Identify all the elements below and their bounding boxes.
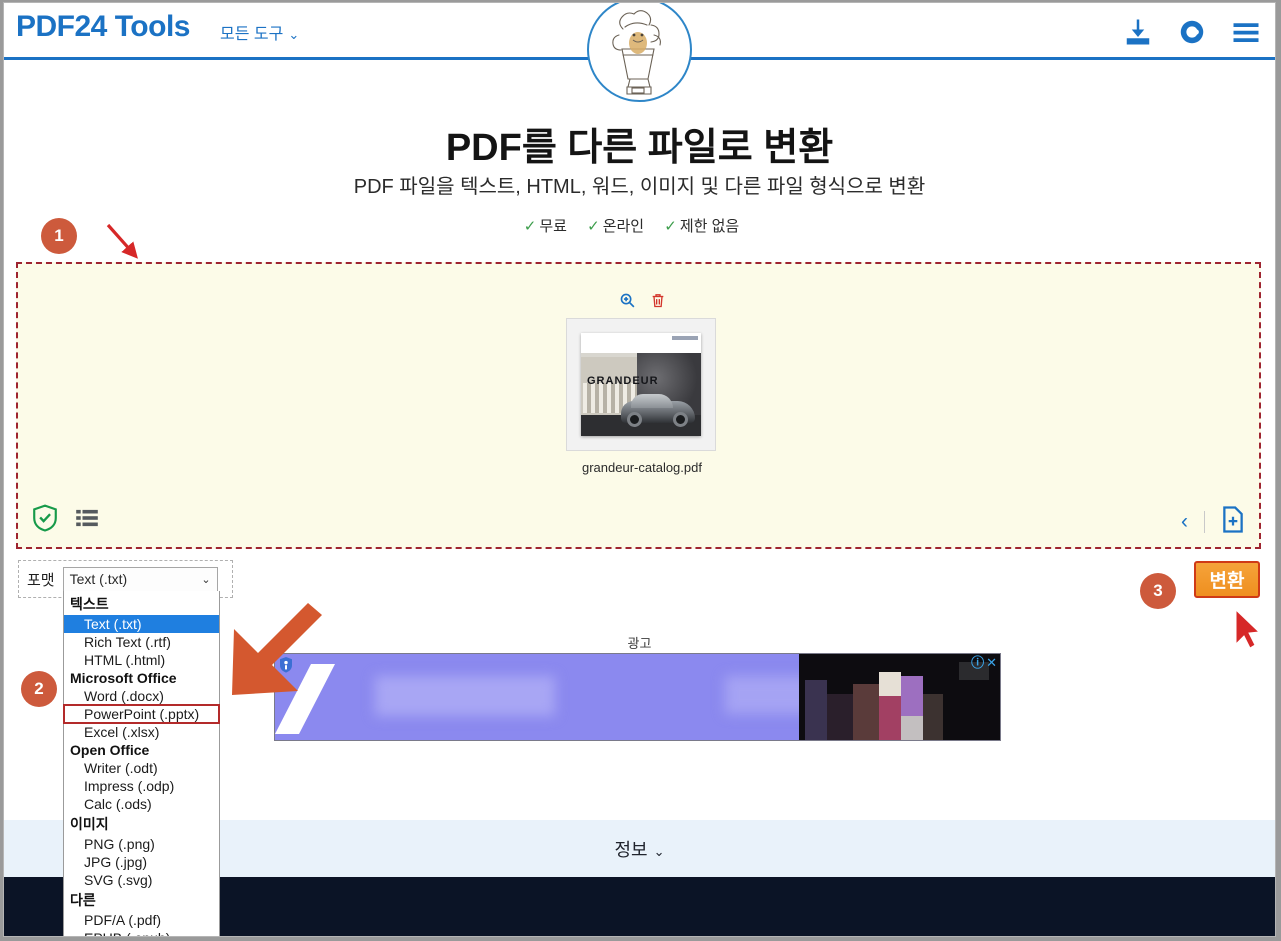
dropdown-option-pdfa[interactable]: PDF/A (.pdf) [64,911,219,929]
site-header: PDF24 Tools 모든 도구 ⌄ [4,3,1275,102]
toolbar-divider [1204,511,1205,533]
file-card-tools [566,292,718,314]
dropdown-group-label: Microsoft Office [70,670,177,686]
ad-info-icon[interactable]: ⓘ [971,656,984,669]
file-thumbnail[interactable]: GRANDEUR [566,318,716,451]
ad-decoration [275,664,335,734]
thumbnail-page: GRANDEUR [581,333,701,436]
ad-choices-icon[interactable] [279,657,293,673]
convert-button[interactable]: 변환 [1194,561,1260,598]
header-icons [1123,12,1261,52]
step-badge-1: 1 [41,218,77,254]
chevron-left-icon[interactable]: ‹ [1181,510,1188,534]
file-card[interactable]: GRANDEUR grandeur-catalog.pdf [566,292,718,487]
dropdown-option-word-docx[interactable]: Word (.docx) [64,687,219,705]
thumbnail-cover-image: GRANDEUR [581,353,701,436]
dropdown-option-calc-ods[interactable]: Calc (.ods) [64,795,219,813]
chevron-down-icon: ⌄ [653,844,665,859]
feature-item: ✓ 무료 [524,218,567,235]
add-file-icon[interactable] [1221,506,1245,538]
menu-icon[interactable] [1231,17,1261,47]
info-label: 정보 [614,840,648,860]
file-dropzone[interactable]: GRANDEUR grandeur-catalog.pdf ‹ [16,262,1261,549]
download-icon[interactable] [1123,17,1153,47]
dropdown-option-writer-odt[interactable]: Writer (.odt) [64,759,219,777]
dropzone-right-tools: ‹ [1181,506,1245,538]
shield-check-icon[interactable] [32,504,58,537]
chevron-down-icon: ⌄ [201,573,211,586]
blender-logo-icon [612,10,661,95]
page-title: PDF를 다른 파일로 변환 [445,127,834,169]
feature-item: ✓ 제한 없음 [664,218,739,235]
feature-list: ✓ 무료 ✓ 온라인 ✓ 제한 없음 [4,215,1275,236]
dropdown-group-label: 텍스트 [70,596,109,612]
dropdown-option-impress-odp[interactable]: Impress (.odp) [64,777,219,795]
ad-controls[interactable]: ⓘ ✕ [971,656,997,669]
dropdown-option-epub[interactable]: EPUB (.epub) [64,929,219,936]
feature-label: 제한 없음 [679,218,740,235]
ad-banner[interactable]: ⓘ ✕ [274,653,1001,741]
check-icon: ✓ [664,218,677,235]
format-select-value: Text (.txt) [69,571,128,587]
dropdown-group-label: 이미지 [70,816,109,832]
ad-left-panel [275,654,855,740]
check-icon: ✓ [523,218,537,235]
all-tools-menu[interactable]: 모든 도구 ⌄ [220,20,299,44]
zoom-in-icon[interactable] [619,292,636,314]
dropdown-option-jpg[interactable]: JPG (.jpg) [64,853,219,871]
feature-label: 무료 [539,218,567,235]
support-icon[interactable] [1177,17,1207,47]
dropdown-option-powerpoint-pptx[interactable]: PowerPoint (.pptx) [63,704,220,724]
dropdown-option-excel-xlsx[interactable]: Excel (.xlsx) [64,723,219,741]
feature-label: 온라인 [602,218,645,235]
dropdown-option-svg[interactable]: SVG (.svg) [64,871,219,889]
chevron-down-icon: ⌄ [288,27,300,42]
dropzone-left-tools [32,504,98,537]
dropdown-option-text-txt[interactable]: Text (.txt) [64,615,219,633]
format-label: 포맷 [27,571,55,589]
thumbnail-logo-mark [672,336,698,340]
step-badge-2: 2 [21,671,57,707]
dropdown-group-label: Open Office [70,742,150,758]
file-name-label: grandeur-catalog.pdf [582,460,702,475]
format-select[interactable]: Text (.txt) ⌄ [62,566,218,592]
list-view-icon[interactable] [76,509,98,532]
ad-close-icon[interactable]: ✕ [986,656,997,669]
feature-item: ✓ 온라인 [587,218,644,235]
blender-logo-badge [587,3,692,102]
thumbnail-cover-title: GRANDEUR [587,375,659,387]
page-subtitle: PDF 파일을 텍스트, HTML, 워드, 이미지 및 다른 파일 형식으로 … [353,176,926,198]
brand-logo-text[interactable]: PDF24 Tools [16,10,190,44]
dropdown-option-png[interactable]: PNG (.png) [64,835,219,853]
dropdown-option-html[interactable]: HTML (.html) [64,651,219,669]
dropdown-option-rich-text-rtf[interactable]: Rich Text (.rtf) [64,633,219,651]
trash-icon[interactable] [650,292,666,314]
ad-text-blur [375,676,555,716]
format-dropdown-list[interactable]: 텍스트 Text (.txt) Rich Text (.rtf) HTML (.… [63,591,220,936]
all-tools-label: 모든 도구 [220,26,284,43]
step-badge-3: 3 [1140,573,1176,609]
dropdown-group-label: 다른 [70,892,96,908]
browser-page: PDF24 Tools 모든 도구 ⌄ PDF를 다른 파일로 변환 PDF 파… [4,3,1275,936]
check-icon: ✓ [587,218,600,235]
